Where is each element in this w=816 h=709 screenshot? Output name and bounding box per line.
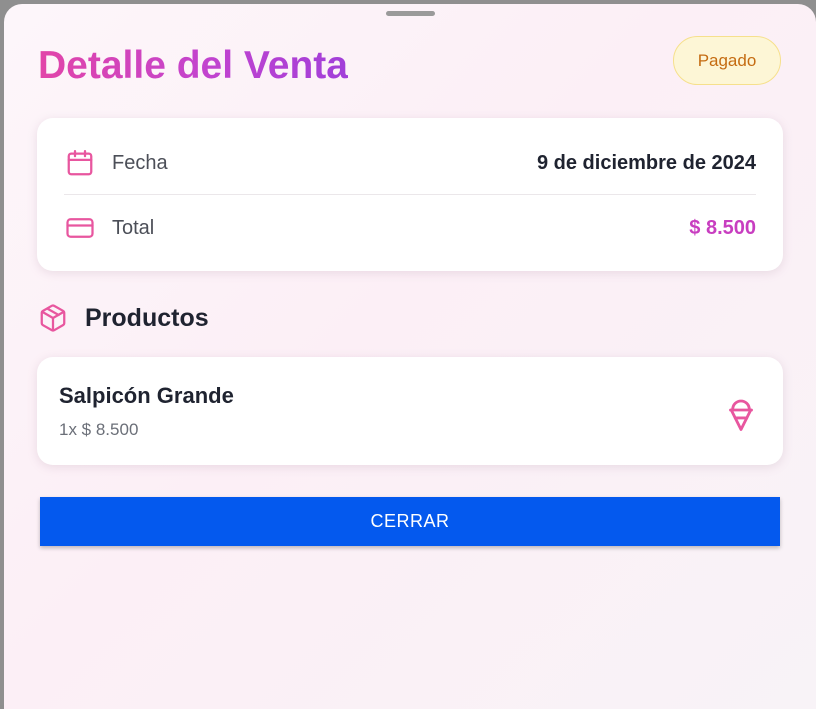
close-button[interactable]: CERRAR xyxy=(40,497,780,546)
list-item[interactable]: Salpicón Grande 1x $ 8.500 xyxy=(37,357,783,465)
products-title: Productos xyxy=(85,303,209,332)
product-quantity-price: 1x $ 8.500 xyxy=(59,420,139,439)
sale-detail-sheet: Detalle del Venta Pagado Fecha 9 de dici… xyxy=(4,4,816,709)
credit-card-icon xyxy=(64,212,96,244)
date-row: Fecha 9 de diciembre de 2024 xyxy=(64,145,756,181)
total-value: $ 8.500 xyxy=(689,216,756,239)
total-row: Total $ 8.500 xyxy=(64,210,756,246)
total-label: Total xyxy=(112,216,155,239)
drag-handle[interactable] xyxy=(386,11,435,16)
package-icon xyxy=(38,303,68,333)
sale-info-card: Fecha 9 de diciembre de 2024 Total $ 8.5… xyxy=(37,118,783,271)
status-badge: Pagado xyxy=(673,36,781,85)
product-name: Salpicón Grande xyxy=(59,383,234,408)
page-title: Detalle del Venta xyxy=(38,41,348,91)
calendar-icon xyxy=(64,147,96,179)
products-header: Productos xyxy=(38,301,209,335)
date-value: 9 de diciembre de 2024 xyxy=(536,151,756,174)
divider xyxy=(64,194,756,195)
date-label: Fecha xyxy=(112,151,168,174)
ice-cream-icon xyxy=(723,393,759,433)
